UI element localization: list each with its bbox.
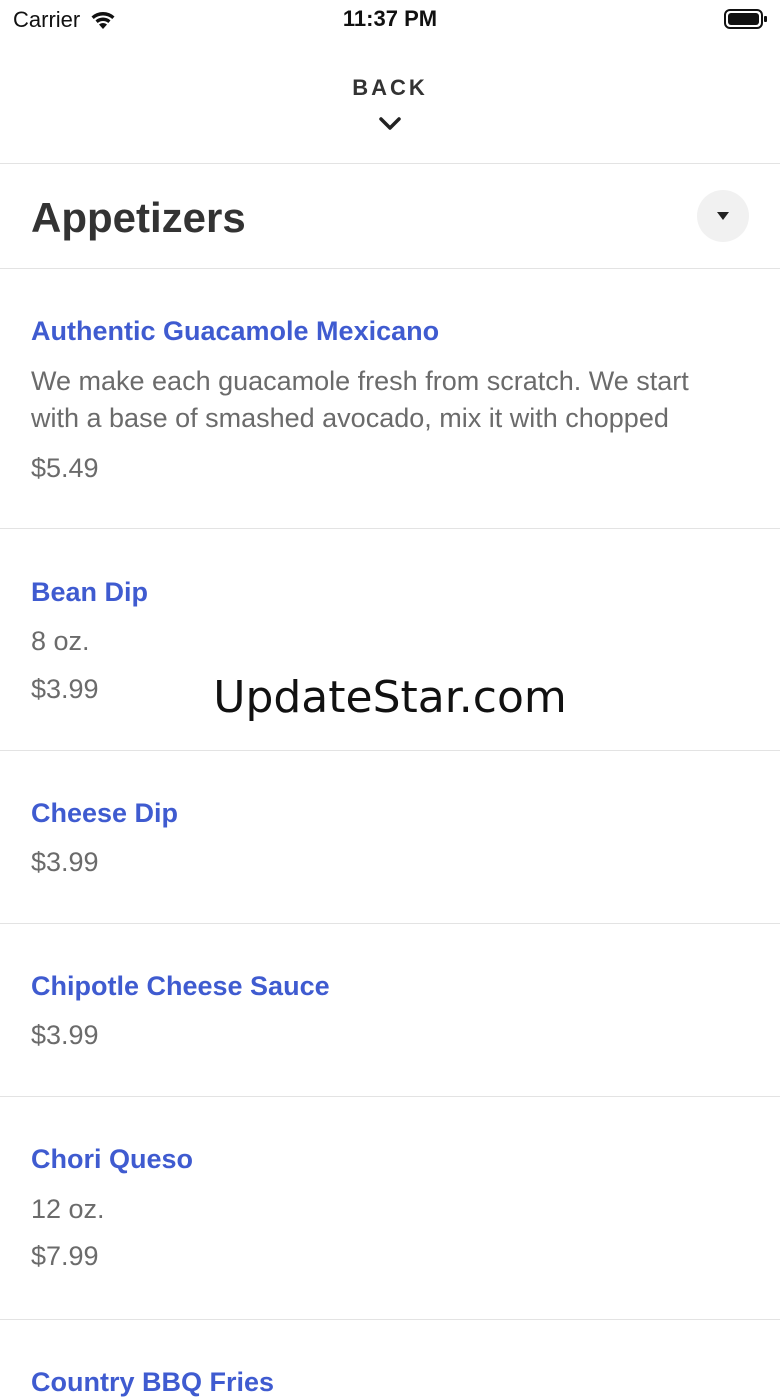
item-price: $3.99: [31, 1020, 99, 1050]
item-price: $3.99: [31, 847, 99, 877]
item-description: 12 oz.: [31, 1194, 105, 1224]
item-name[interactable]: Cheese Dip: [31, 798, 178, 829]
item-name[interactable]: Authentic Guacamole Mexicano: [31, 316, 439, 347]
item-description: We make each guacamole fresh from scratc…: [31, 366, 689, 433]
section-dropdown-button[interactable]: [697, 190, 749, 242]
item-description: 8 oz.: [31, 626, 90, 656]
item-name[interactable]: Chipotle Cheese Sauce: [31, 971, 330, 1002]
caret-down-icon: [717, 212, 729, 220]
section-header: Appetizers: [0, 164, 780, 269]
menu-item[interactable]: Cheese Dip $3.99: [0, 751, 780, 924]
menu-item[interactable]: Chipotle Cheese Sauce $3.99: [0, 924, 780, 1097]
menu-item[interactable]: Country BBQ Fries: [0, 1320, 780, 1397]
status-bar: Carrier 11:37 PM: [0, 0, 780, 40]
chevron-down-icon[interactable]: [378, 116, 402, 132]
battery-icon: [724, 9, 767, 29]
item-price: $5.49: [31, 453, 99, 483]
menu-item[interactable]: Chori Queso 12 oz. $7.99: [0, 1097, 780, 1320]
item-price: $7.99: [31, 1241, 99, 1271]
menu-item[interactable]: Authentic Guacamole Mexicano We make eac…: [0, 269, 780, 529]
back-button[interactable]: BACK: [0, 75, 780, 101]
back-header[interactable]: BACK: [0, 40, 780, 164]
section-title: Appetizers: [31, 194, 246, 241]
item-name[interactable]: Country BBQ Fries: [31, 1367, 274, 1398]
item-name[interactable]: Chori Queso: [31, 1144, 193, 1175]
watermark: UpdateStar.com: [213, 672, 567, 723]
item-name[interactable]: Bean Dip: [31, 577, 148, 608]
clock: 11:37 PM: [342, 6, 438, 31]
